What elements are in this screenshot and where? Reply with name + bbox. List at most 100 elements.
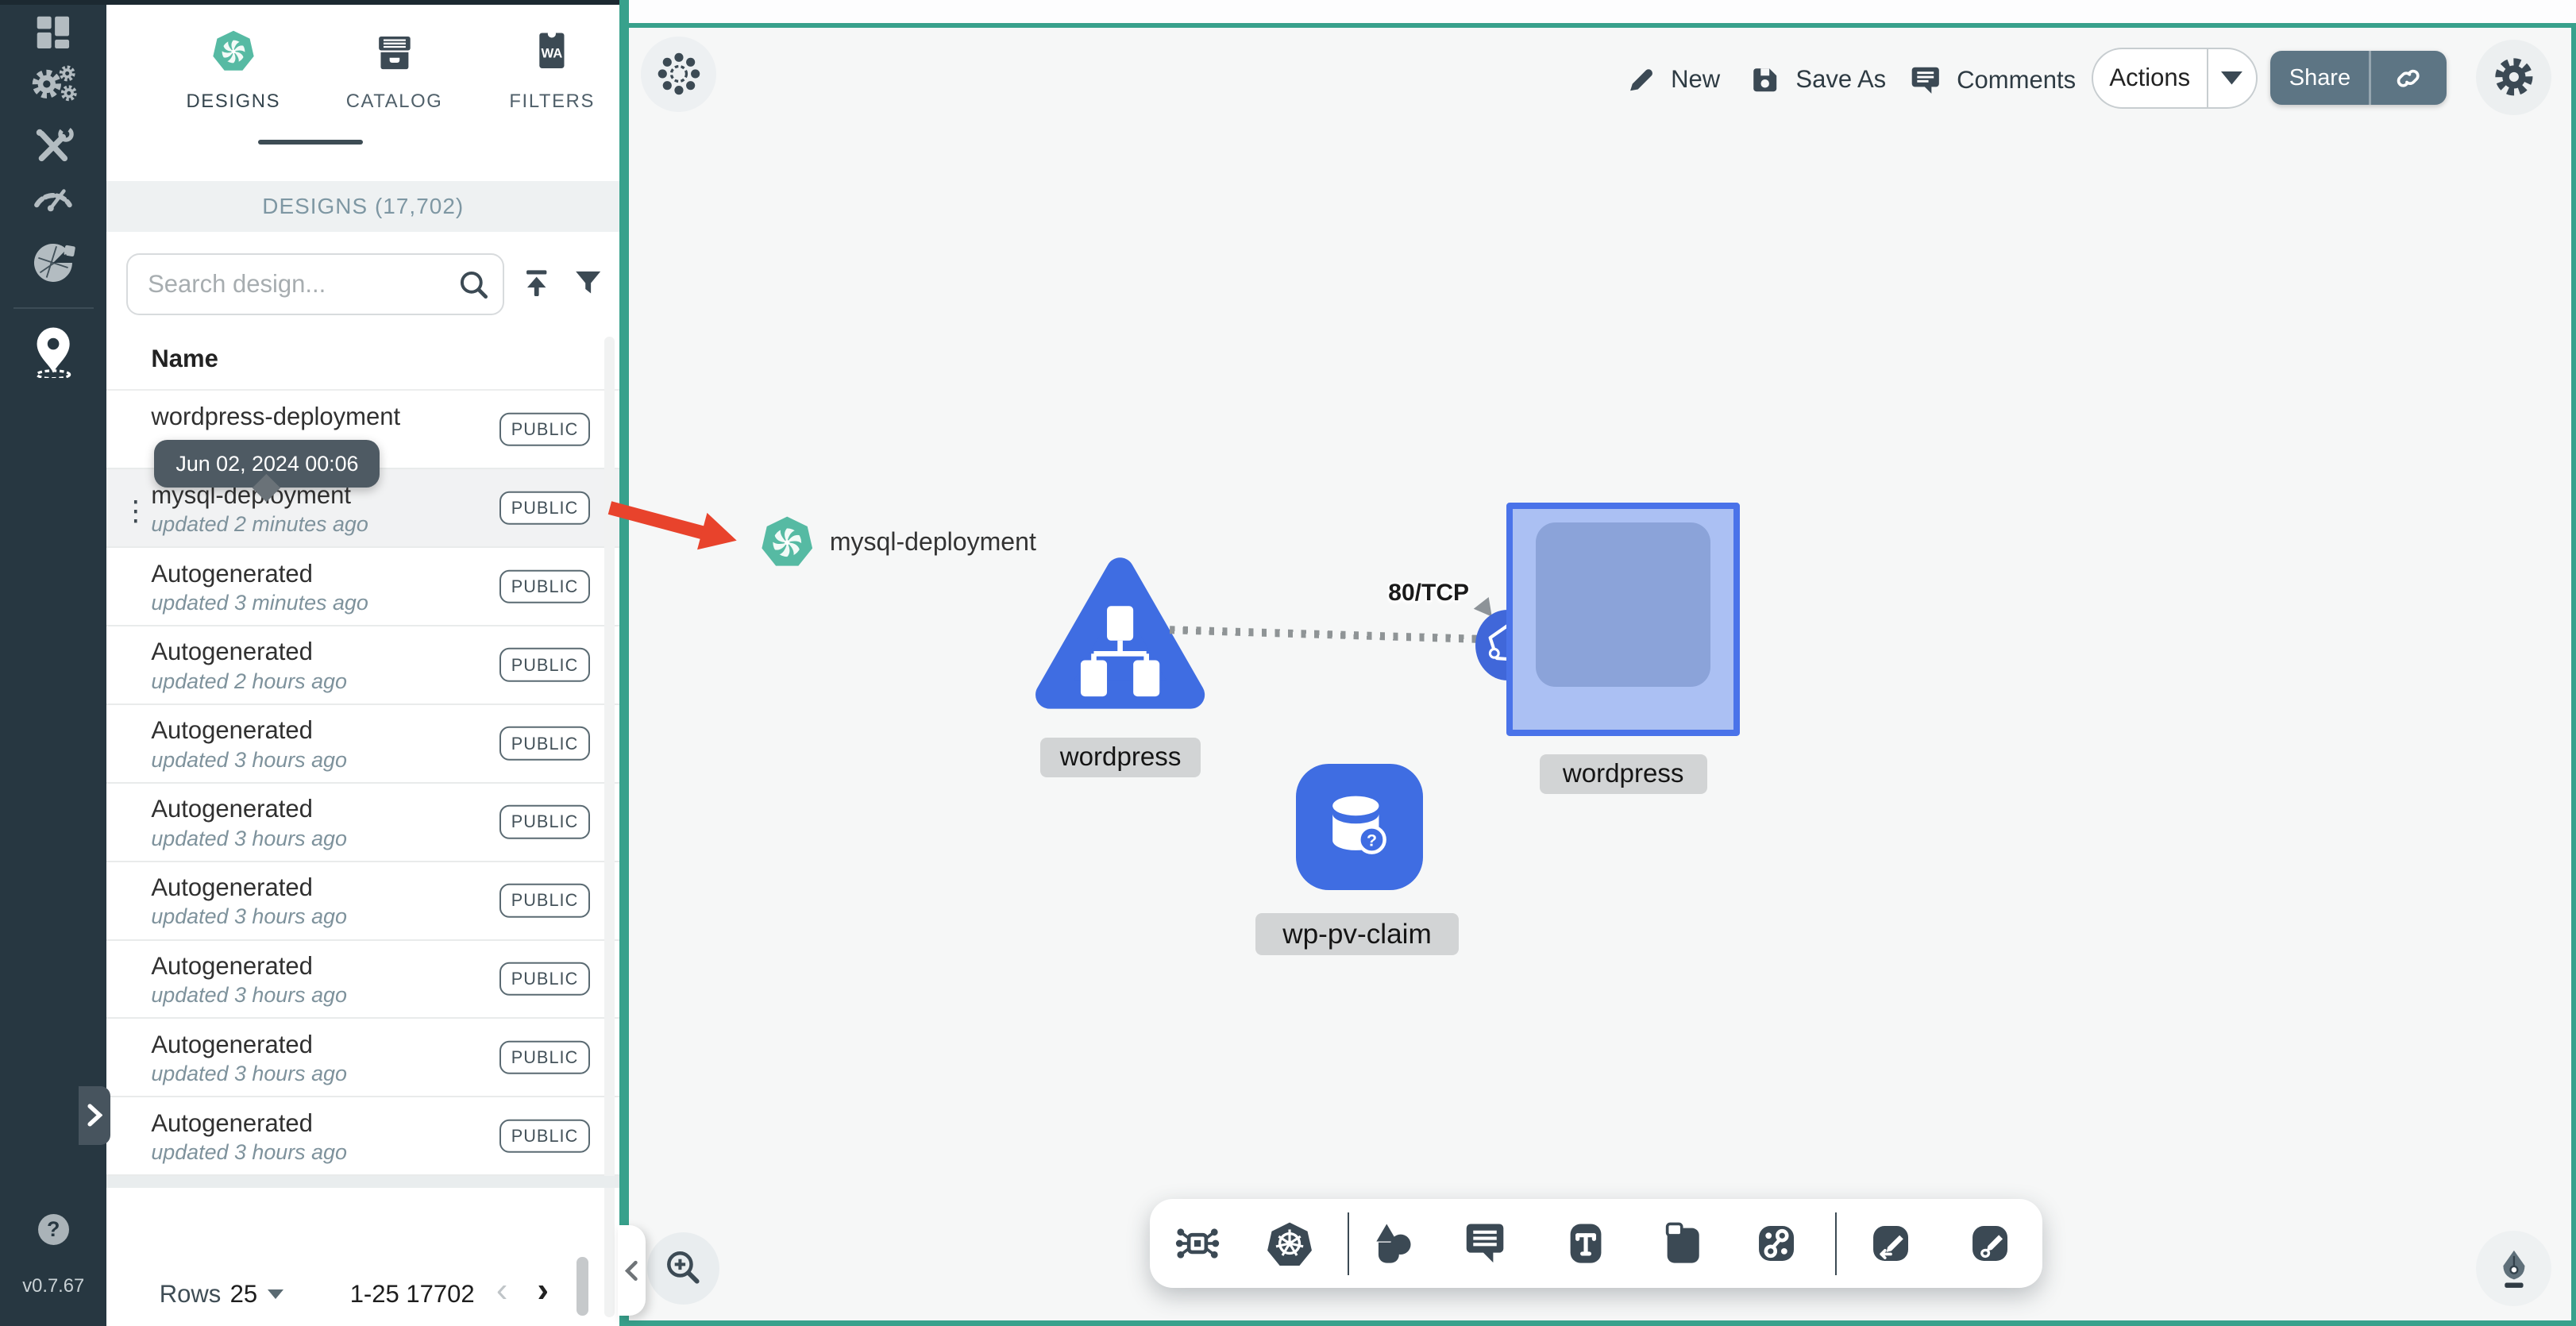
share-split-button[interactable]: Share	[2270, 51, 2447, 106]
tab-catalog[interactable]: CATALOG	[320, 23, 468, 113]
design-name: Autogenerated	[151, 1030, 313, 1058]
visibility-badge: PUBLIC	[499, 569, 590, 603]
settings-gear-button[interactable]	[2475, 39, 2552, 115]
extensions-icon[interactable]	[0, 240, 106, 286]
design-row[interactable]: Autogenerated updated 3 hours ago PUBLIC	[106, 704, 619, 784]
collapse-drawer-button[interactable]	[617, 1225, 646, 1316]
comment-tool-icon[interactable]	[1460, 1219, 1510, 1268]
kanvas-app: ? v0.7.67 DESIGNS CATALOG WA FILTERS DES…	[0, 0, 2576, 1326]
design-name: Autogenerated	[151, 559, 313, 588]
search-input[interactable]	[144, 254, 441, 314]
dashboard-icon[interactable]	[0, 11, 106, 54]
floppy-icon	[1753, 67, 1777, 91]
configuration-tools-icon[interactable]	[0, 125, 106, 168]
save-as-button[interactable]: Save As	[1748, 63, 1886, 97]
new-button[interactable]: New	[1623, 63, 1720, 97]
drawer-scrollbar-thumb[interactable]	[577, 1256, 588, 1316]
design-row[interactable]: Autogenerated updated 3 hours ago PUBLIC	[106, 783, 619, 862]
performance-speedometer-icon[interactable]	[0, 177, 106, 214]
mysql-deployment-node[interactable]: mysql-deployment	[758, 513, 1036, 572]
annotation-label: mysql-deployment	[829, 527, 1036, 557]
pen-nib-button[interactable]	[2475, 1230, 2552, 1306]
rows-label: Rows	[159, 1279, 222, 1308]
design-name: Autogenerated	[151, 795, 313, 823]
design-updated: updated 3 hours ago	[151, 983, 347, 1008]
visibility-badge: PUBLIC	[499, 727, 590, 761]
design-name: Autogenerated	[151, 638, 313, 666]
edge-port-label: 80/TCP	[1388, 580, 1470, 607]
layout-burst-button[interactable]	[640, 36, 717, 112]
edge-pen-tool-icon[interactable]	[1866, 1219, 1915, 1268]
filter-funnel-icon[interactable]	[572, 266, 604, 306]
footer-separator	[106, 1176, 619, 1188]
search-icon[interactable]	[455, 266, 493, 311]
expand-drawer-button[interactable]	[79, 1085, 110, 1146]
svg-text:WA: WA	[542, 46, 563, 61]
share-link-icon[interactable]	[2371, 62, 2447, 94]
deployment-label-chip: wordpress	[1539, 754, 1707, 795]
visibility-badge: PUBLIC	[499, 648, 590, 682]
service-label-chip: wordpress	[1039, 737, 1201, 778]
toolbar-divider	[1347, 1212, 1349, 1275]
publish-upload-icon[interactable]	[519, 266, 553, 307]
actions-split-button[interactable]: Actions	[2091, 48, 2258, 109]
link-tool-icon[interactable]	[1752, 1219, 1801, 1268]
design-row[interactable]: Autogenerated updated 2 hours ago PUBLIC	[106, 626, 619, 705]
wordpress-service-node[interactable]	[1035, 552, 1205, 727]
visibility-badge: PUBLIC	[499, 962, 590, 996]
design-updated: updated 3 hours ago	[151, 747, 347, 772]
kubernetes-tool-icon[interactable]	[1265, 1219, 1314, 1268]
tab-filters[interactable]: WA FILTERS	[478, 23, 626, 113]
list-scrollbar-track[interactable]	[604, 337, 615, 1318]
kanvas-pin-icon[interactable]	[0, 322, 106, 378]
comment-icon	[1911, 67, 1939, 94]
prev-page-button[interactable]: ‹	[496, 1271, 507, 1310]
top-border	[0, 0, 619, 6]
share-label[interactable]: Share	[2270, 65, 2369, 91]
component-tool-icon[interactable]	[1173, 1219, 1222, 1268]
visibility-badge: PUBLIC	[499, 491, 590, 525]
freehand-pen-tool-icon[interactable]	[1965, 1219, 2015, 1268]
meshery-spiral-icon	[762, 516, 812, 566]
visibility-badge: PUBLIC	[499, 412, 590, 446]
lifecycle-gears-icon[interactable]	[0, 63, 106, 109]
design-list: wordpress-deployment PUBLIC mysql-deploy…	[106, 389, 619, 1177]
toolbar-divider	[1835, 1212, 1838, 1275]
help-button[interactable]: ?	[37, 1213, 69, 1246]
zoom-in-button[interactable]	[647, 1232, 720, 1305]
canvas-border-right	[2570, 22, 2576, 1326]
design-updated: updated 3 hours ago	[151, 1140, 347, 1165]
pagination-range: 1-25 17702	[349, 1279, 475, 1308]
design-row[interactable]: Autogenerated updated 3 minutes ago PUBL…	[106, 548, 619, 627]
next-page-button[interactable]: ›	[538, 1271, 549, 1310]
wasm-filter-icon: WA	[478, 23, 626, 75]
row-menu-kebab-icon[interactable]: ⋮	[121, 496, 149, 526]
actions-label[interactable]: Actions	[2093, 64, 2207, 92]
design-updated: updated 3 hours ago	[151, 826, 347, 850]
design-row[interactable]: Autogenerated updated 3 hours ago PUBLIC	[106, 1019, 619, 1098]
rows-per-page-select[interactable]: 25	[230, 1280, 258, 1309]
design-name: wordpress-deployment	[151, 402, 401, 430]
tab-designs[interactable]: DESIGNS	[160, 23, 307, 113]
actions-caret-icon[interactable]	[2208, 71, 2256, 85]
shapes-tool-icon[interactable]	[1368, 1219, 1417, 1268]
svg-text:?: ?	[1367, 831, 1377, 850]
canvas-border-left	[619, 0, 630, 1326]
design-row[interactable]: Autogenerated updated 3 hours ago PUBLIC	[106, 862, 619, 941]
note-tool-icon[interactable]	[1658, 1219, 1707, 1268]
app-version: v0.7.67	[22, 1274, 85, 1297]
comments-button[interactable]: Comments	[1907, 63, 2076, 99]
design-row[interactable]: Autogenerated updated 3 hours ago PUBLIC	[106, 1097, 619, 1177]
rows-per-page-caret-icon[interactable]	[268, 1289, 284, 1299]
wordpress-deployment-node[interactable]	[1506, 503, 1741, 736]
text-tool-icon[interactable]	[1561, 1219, 1610, 1268]
active-tab-indicator	[257, 139, 364, 145]
design-updated: updated 2 minutes ago	[151, 512, 368, 537]
design-updated: updated 2 hours ago	[151, 669, 347, 693]
designs-drawer: DESIGNS CATALOG WA FILTERS DESIGNS (17,7…	[106, 0, 619, 1326]
design-row[interactable]: Autogenerated updated 3 hours ago PUBLIC	[106, 940, 619, 1020]
canvas-bottom-toolbar	[1150, 1199, 2042, 1289]
visibility-badge: PUBLIC	[499, 1119, 590, 1153]
wp-pv-claim-node[interactable]: ?	[1296, 764, 1423, 891]
design-updated: updated 3 minutes ago	[151, 590, 368, 615]
